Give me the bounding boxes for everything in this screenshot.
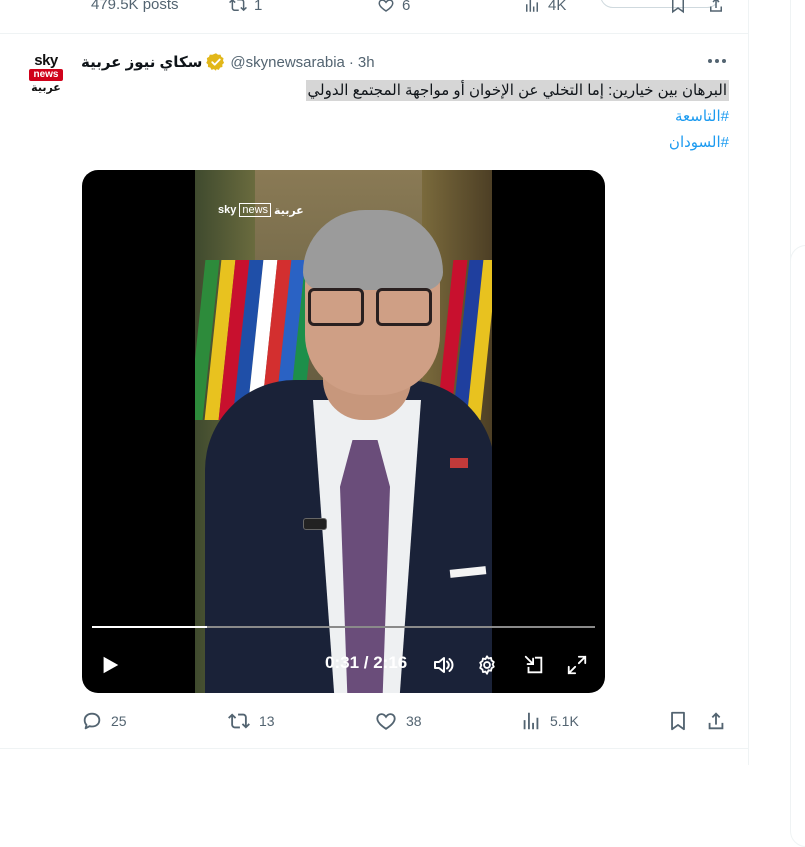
video-progress-fill bbox=[92, 626, 207, 628]
dock-button[interactable] bbox=[519, 650, 549, 680]
reply-icon bbox=[83, 712, 101, 730]
heart-icon bbox=[378, 0, 394, 12]
retweet-count: 13 bbox=[259, 713, 275, 729]
share-button[interactable] bbox=[705, 708, 727, 734]
more-options-button[interactable] bbox=[705, 51, 729, 71]
lapel-pin bbox=[450, 458, 468, 468]
volume-button[interactable] bbox=[428, 650, 458, 680]
bookmark-button[interactable] bbox=[667, 708, 689, 734]
views-count: 5.1K bbox=[550, 713, 579, 729]
avatar-logo-news: news bbox=[29, 68, 63, 81]
gear-icon bbox=[479, 655, 495, 675]
timeline-column: 479.5K posts 1 6 4K sky news عربية سكاي … bbox=[0, 0, 749, 765]
video-duration: 2:16 bbox=[373, 653, 408, 672]
avatar[interactable]: sky news عربية bbox=[22, 50, 70, 98]
tweet-timestamp[interactable]: 3h bbox=[358, 54, 375, 71]
verified-badge-icon[interactable] bbox=[206, 52, 226, 72]
posts-count: 479.5K posts bbox=[91, 0, 179, 13]
prev-retweet-button[interactable]: 1 bbox=[228, 0, 262, 14]
video-time-readout: 0:31 / 2:16 bbox=[325, 653, 407, 673]
tweet-body: البرهان بين خيارين: إما التخلي عن الإخوا… bbox=[305, 80, 729, 101]
bookmark-icon bbox=[672, 0, 684, 14]
bookmark-icon bbox=[671, 711, 685, 731]
author-handle[interactable]: @skynewsarabia bbox=[230, 54, 344, 71]
heart-icon bbox=[376, 713, 396, 730]
share-icon bbox=[710, 0, 722, 12]
video-progress-bar[interactable] bbox=[92, 626, 595, 628]
watermark-arabic: عربية bbox=[274, 204, 304, 217]
header-separator: · bbox=[348, 53, 354, 71]
hashtag-link[interactable]: #السودان bbox=[223, 130, 729, 156]
like-button[interactable]: 38 bbox=[374, 708, 422, 734]
prev-like-count: 6 bbox=[402, 0, 411, 14]
dock-icon bbox=[524, 655, 543, 674]
retweet-icon bbox=[228, 713, 250, 729]
reply-button[interactable]: 25 bbox=[81, 708, 127, 734]
fullscreen-button[interactable] bbox=[562, 650, 592, 680]
avatar-logo-arabic: عربية bbox=[31, 81, 61, 94]
previous-tweet-actions: 479.5K posts 1 6 4K bbox=[0, 0, 748, 20]
video-watermark: sky news عربية bbox=[218, 203, 304, 217]
prev-bookmark-button[interactable] bbox=[668, 0, 688, 14]
prev-views-button[interactable]: 4K bbox=[522, 0, 566, 14]
fullscreen-icon bbox=[567, 655, 587, 675]
glasses bbox=[308, 288, 438, 326]
retweet-icon bbox=[229, 0, 247, 12]
watermark-sky: sky bbox=[218, 204, 237, 216]
video-time-separator: / bbox=[359, 653, 374, 672]
share-icon bbox=[708, 712, 724, 730]
volume-icon bbox=[434, 657, 454, 673]
reply-count: 25 bbox=[111, 713, 127, 729]
tweet-actions: 25 13 38 5.1K bbox=[0, 708, 748, 734]
prev-like-button[interactable]: 6 bbox=[376, 0, 410, 14]
lapel-mic bbox=[303, 518, 327, 530]
views-icon bbox=[526, 0, 538, 12]
more-dots-icon bbox=[708, 59, 726, 63]
hashtag-link[interactable]: #التاسعة bbox=[223, 104, 729, 130]
video-player[interactable]: sky news عربية 0:31 / 2:16 bbox=[82, 170, 605, 693]
sidebar-card bbox=[790, 245, 805, 847]
video-current-time: 0:31 bbox=[325, 653, 360, 672]
tweet-header: سكاي نيوز عربية @skynewsarabia · 3h bbox=[81, 51, 375, 73]
prev-views-count: 4K bbox=[548, 0, 567, 14]
retweet-button[interactable]: 13 bbox=[227, 708, 275, 734]
divider bbox=[0, 33, 748, 34]
avatar-logo-sky: sky bbox=[34, 51, 58, 69]
play-icon bbox=[103, 656, 119, 674]
settings-button[interactable] bbox=[472, 650, 502, 680]
views-button[interactable]: 5.1K bbox=[520, 708, 579, 734]
tweet-text: البرهان بين خيارين: إما التخلي عن الإخوا… bbox=[223, 78, 729, 156]
follow-pill[interactable] bbox=[600, 0, 720, 8]
video-frame: sky news عربية bbox=[195, 170, 492, 693]
views-icon bbox=[523, 712, 539, 730]
like-count: 38 bbox=[406, 713, 422, 729]
watermark-news: news bbox=[239, 203, 272, 217]
divider bbox=[0, 748, 748, 749]
author-name[interactable]: سكاي نيوز عربية bbox=[81, 53, 202, 71]
prev-share-button[interactable] bbox=[706, 0, 726, 14]
prev-retweet-count: 1 bbox=[254, 0, 263, 14]
play-button[interactable] bbox=[96, 650, 124, 680]
